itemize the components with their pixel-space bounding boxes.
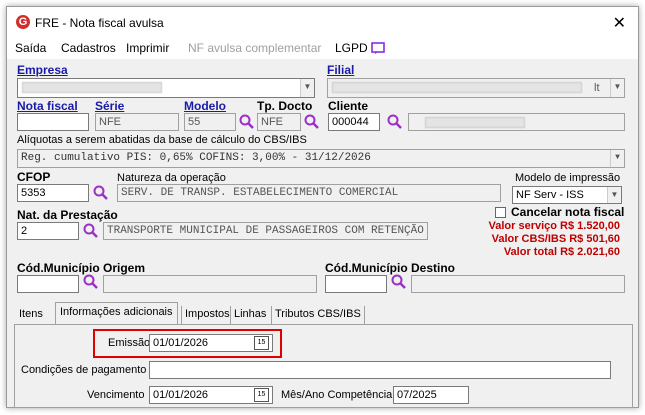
cliente-name-field <box>408 113 625 131</box>
lgpd-icon[interactable] <box>371 42 385 55</box>
cod-mun-destino-desc <box>411 275 625 293</box>
tab-impostos[interactable]: Impostos <box>181 306 230 324</box>
title-bar: G FRE - Nota fiscal avulsa ✕ <box>7 7 638 37</box>
empresa-label: Empresa <box>17 63 68 77</box>
menu-imprimir[interactable]: Imprimir <box>126 41 169 55</box>
nota-fiscal-window: G FRE - Nota fiscal avulsa ✕ Saída Cadas… <box>6 6 639 408</box>
tp-docto-label: Tp. Docto <box>257 99 313 113</box>
cod-mun-destino-label: Cód.Município Destino <box>325 261 455 275</box>
filial-redacted <box>332 82 582 93</box>
aliquotas-value: Reg. cumulativo PIS: 0,65% COFINS: 3,00%… <box>21 152 371 164</box>
tab-tributos-cbs-ibs[interactable]: Tributos CBS/IBS <box>271 306 365 324</box>
natureza-label: Natureza da operação <box>117 172 226 184</box>
chevron-down-icon[interactable]: ▼ <box>607 187 621 203</box>
menu-cadastros[interactable]: Cadastros <box>61 41 116 55</box>
chevron-down-icon[interactable]: ▼ <box>610 150 624 167</box>
tp-docto-input[interactable]: NFE <box>257 113 301 131</box>
nota-fiscal-input[interactable] <box>17 113 89 131</box>
filial-label: Filial <box>327 63 355 77</box>
emissao-date-input[interactable]: 01/01/2026 15 <box>149 334 273 352</box>
cod-mun-origem-input[interactable] <box>17 275 79 293</box>
search-icon[interactable] <box>391 274 407 290</box>
cod-mun-destino-input[interactable] <box>325 275 387 293</box>
condicoes-label: Condições de pagamento <box>21 364 147 376</box>
emissao-value: 01/01/2026 <box>153 337 209 349</box>
menu-nf-complementar: NF avulsa complementar <box>188 41 322 55</box>
natureza-field: SERV. DE TRANSP. ESTABELECIMENTO COMERCI… <box>117 184 501 202</box>
modelo-input[interactable]: 55 <box>184 113 236 131</box>
aliquotas-select[interactable]: Reg. cumulativo PIS: 0,65% COFINS: 3,00%… <box>17 149 625 168</box>
emissao-label: Emissão <box>108 337 151 349</box>
menu-bar: Saída Cadastros Imprimir NF avulsa compl… <box>7 37 638 59</box>
modelo-impressao-select[interactable]: NF Serv - ISS ▼ <box>512 186 622 204</box>
search-icon[interactable] <box>304 114 320 130</box>
nat-prestacao-input[interactable]: 2 <box>17 222 79 240</box>
menu-lgpd[interactable]: LGPD <box>335 41 368 55</box>
cliente-input[interactable]: 000044 <box>328 113 380 131</box>
valor-total-text: Valor total R$ 2.021,60 <box>503 246 620 258</box>
cfop-input[interactable]: 5353 <box>17 184 89 202</box>
cod-mun-origem-desc <box>103 275 317 293</box>
search-icon[interactable] <box>239 114 255 130</box>
serie-label: Série <box>95 99 125 113</box>
search-icon[interactable] <box>93 185 109 201</box>
filial-suffix: lt <box>594 82 600 94</box>
tab-informacoes-adicionais[interactable]: Informações adicionais <box>55 302 178 324</box>
competencia-input[interactable]: 07/2025 <box>393 386 469 404</box>
competencia-label: Mês/Ano Competência <box>281 389 393 401</box>
cancelar-label[interactable]: Cancelar nota fiscal <box>511 205 624 219</box>
calendar-icon[interactable]: 15 <box>254 336 269 350</box>
chevron-down-icon[interactable]: ▼ <box>300 79 314 97</box>
close-icon[interactable]: ✕ <box>613 13 626 33</box>
vencimento-label: Vencimento <box>87 389 145 401</box>
modelo-impressao-label: Modelo de impressão <box>515 172 621 184</box>
nota-fiscal-label: Nota fiscal <box>17 99 78 113</box>
condicoes-input[interactable] <box>149 361 611 379</box>
vencimento-value: 01/01/2026 <box>153 389 209 401</box>
app-logo-icon: G <box>16 15 30 29</box>
cliente-name-redacted <box>425 117 525 128</box>
search-icon[interactable] <box>83 223 99 239</box>
vencimento-date-input[interactable]: 01/01/2026 15 <box>149 386 273 404</box>
empresa-redacted <box>22 82 162 93</box>
cliente-label: Cliente <box>328 99 369 113</box>
valor-servico-text: Valor serviço R$ 1.520,00 <box>488 220 620 232</box>
cancelar-checkbox[interactable] <box>495 207 506 218</box>
aliquotas-label: Alíquotas a serem abatidas da base de cá… <box>17 134 307 146</box>
search-icon[interactable] <box>83 274 99 290</box>
modelo-label: Modelo <box>184 99 226 113</box>
serie-input[interactable]: NFE <box>95 113 179 131</box>
modelo-impressao-value: NF Serv - ISS <box>516 189 584 201</box>
tab-itens[interactable]: Itens <box>19 306 43 324</box>
nat-prestacao-label: Nat. da Prestação <box>17 208 118 222</box>
cfop-label: CFOP <box>17 170 51 184</box>
menu-saida[interactable]: Saída <box>15 41 46 55</box>
calendar-icon[interactable]: 15 <box>254 388 269 402</box>
valor-cbs-ibs-text: Valor CBS/IBS R$ 501,60 <box>491 233 620 245</box>
search-icon[interactable] <box>387 114 403 130</box>
filial-select[interactable]: lt ▼ <box>327 78 625 98</box>
empresa-select[interactable]: ▼ <box>17 78 315 98</box>
chevron-down-icon[interactable]: ▼ <box>610 79 624 97</box>
tab-linhas[interactable]: Linhas <box>230 306 266 324</box>
cod-mun-origem-label: Cód.Município Origem <box>17 261 145 275</box>
nat-prestacao-desc-field: TRANSPORTE MUNICIPAL DE PASSAGEIROS COM … <box>103 222 428 240</box>
window-title: FRE - Nota fiscal avulsa <box>35 16 164 30</box>
